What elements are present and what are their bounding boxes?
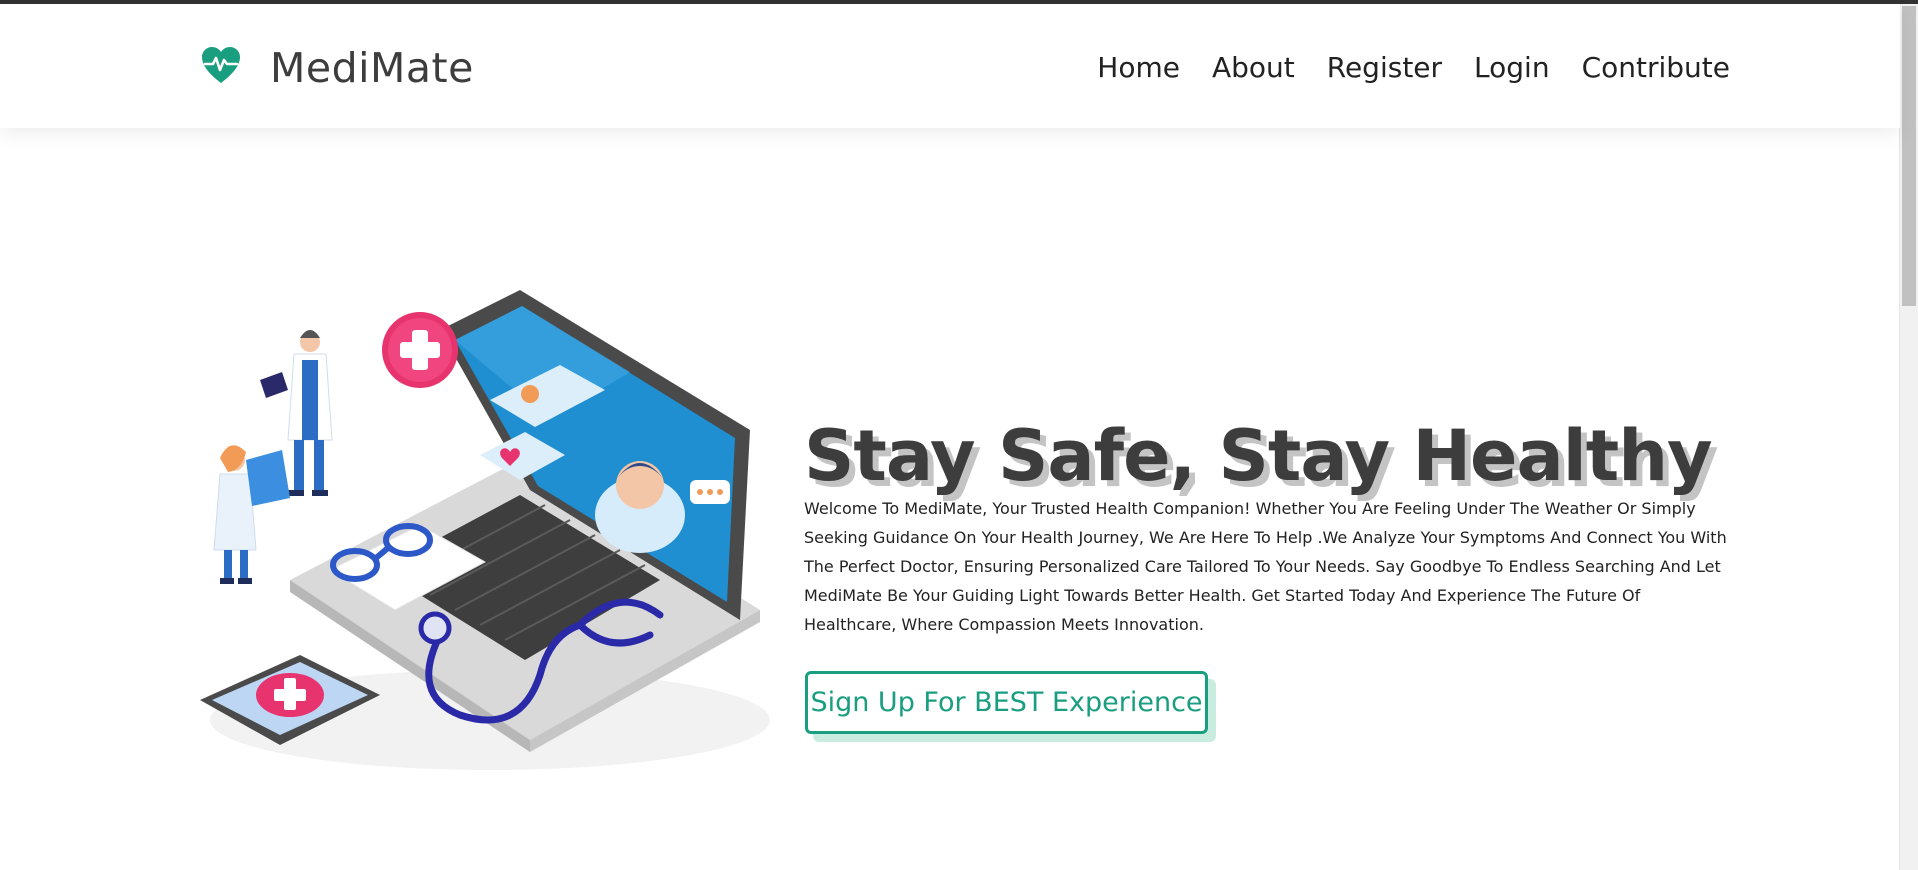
page-scrollbar[interactable] (1899, 4, 1918, 870)
hero-description: Welcome To MediMate, Your Trusted Health… (804, 499, 1727, 634)
site-header: MediMate Home About Register Login Contr… (0, 4, 1900, 128)
nav-about[interactable]: About (1212, 48, 1295, 88)
brand-name: MediMate (270, 44, 474, 92)
nav-contribute[interactable]: Contribute (1582, 48, 1730, 88)
nav-login[interactable]: Login (1474, 48, 1550, 88)
nav-home[interactable]: Home (1097, 48, 1180, 88)
hero-title: Stay Safe, Stay Healthy (804, 414, 1713, 497)
heart-pulse-icon (200, 45, 242, 91)
signup-cta-button[interactable]: Sign Up For BEST Experience (805, 671, 1208, 734)
nav-register[interactable]: Register (1327, 48, 1442, 88)
brand[interactable]: MediMate (200, 40, 474, 96)
main-nav: Home About Register Login Contribute (1065, 48, 1730, 88)
scrollbar-thumb[interactable] (1902, 6, 1916, 306)
doctors-laptop-illustration (190, 290, 770, 790)
